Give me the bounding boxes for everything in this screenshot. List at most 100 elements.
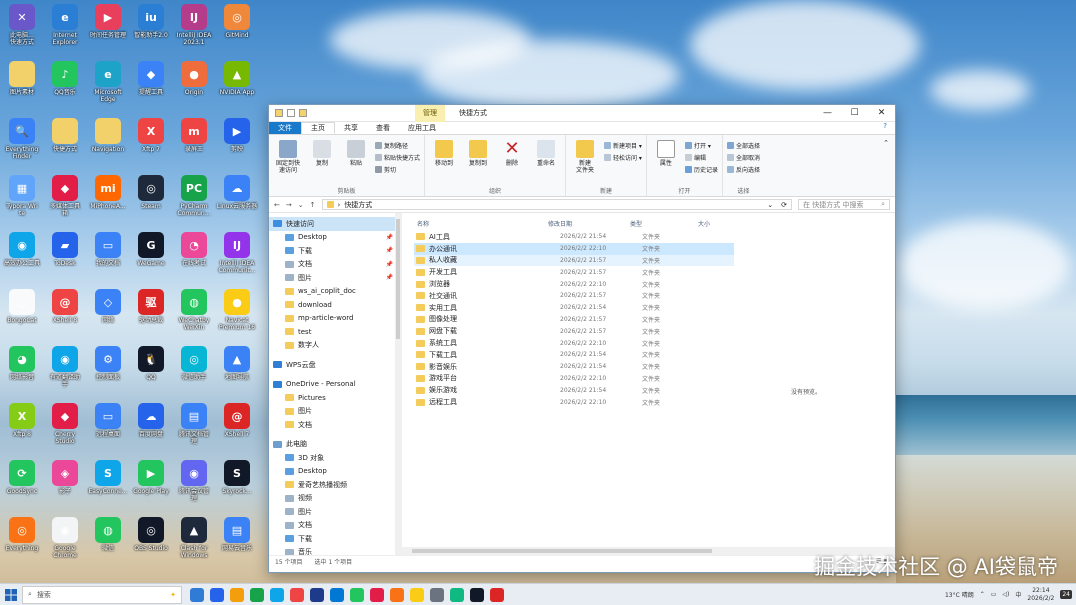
desktop-icon[interactable]: ◉ Google Chrome bbox=[42, 517, 88, 559]
desktop-icon[interactable]: ⟳ GoodSync bbox=[0, 460, 45, 495]
desktop-icon[interactable]: @ XShell 8 bbox=[42, 289, 88, 324]
help-icon[interactable]: ? bbox=[883, 122, 887, 134]
taskbar-app-icon[interactable] bbox=[250, 587, 264, 602]
desktop-icon[interactable]: e Microsoft Edge bbox=[85, 61, 131, 103]
nav-item[interactable]: Pictures bbox=[269, 391, 401, 405]
copy-button[interactable]: 复制 bbox=[307, 138, 337, 186]
rename-button[interactable]: 重命名 bbox=[531, 138, 561, 186]
taskbar-app-icon[interactable] bbox=[230, 587, 244, 602]
desktop-icon[interactable]: e Internet Explorer bbox=[42, 4, 88, 46]
file-row[interactable]: 实用工具 2026/2/2 21:54 文件夹 bbox=[414, 302, 734, 314]
new-item-button[interactable]: 新建项目 ▾ bbox=[604, 141, 642, 150]
taskbar-app-icon[interactable] bbox=[470, 587, 484, 602]
taskbar-app-icon[interactable] bbox=[390, 587, 404, 602]
file-row[interactable]: 游戏平台 2026/2/2 22:10 文件夹 bbox=[414, 373, 734, 385]
file-row[interactable]: 下载工具 2026/2/2 21:54 文件夹 bbox=[414, 349, 734, 361]
column-date[interactable]: 修改日期 bbox=[548, 219, 630, 228]
edit-button[interactable]: 编辑 bbox=[684, 153, 718, 162]
context-tab-manage[interactable]: 管理 bbox=[415, 104, 445, 122]
desktop-icon[interactable]: ◍ WeChatby WeiXin bbox=[171, 289, 217, 331]
clock[interactable]: 22:14 2026/2/2 bbox=[1027, 587, 1054, 603]
desktop-icon[interactable]: ▶ Google Play bbox=[128, 460, 174, 495]
select-none-button[interactable]: 全部取消 bbox=[726, 153, 760, 162]
taskbar-app-icon[interactable] bbox=[210, 587, 224, 602]
desktop-icon[interactable]: ▤ 网易云音乐 bbox=[214, 517, 260, 552]
desktop-icon[interactable]: S Skyrock... bbox=[214, 460, 260, 495]
nav-item[interactable]: Desktop 📌 bbox=[269, 231, 401, 245]
file-row[interactable]: 远程工具 2026/2/2 22:10 文件夹 bbox=[414, 396, 734, 408]
desktop-icon[interactable]: ▶ 时间任务管理 bbox=[85, 4, 131, 39]
nav-item[interactable]: test bbox=[269, 325, 401, 339]
taskbar-app-icon[interactable] bbox=[490, 587, 504, 602]
taskbar-app-icon[interactable] bbox=[450, 587, 464, 602]
desktop-icon[interactable]: PC PyCharm Commun... bbox=[171, 175, 217, 217]
nav-scrollbar[interactable] bbox=[395, 213, 401, 555]
nav-item[interactable]: 文档 bbox=[269, 519, 401, 533]
desktop-icon[interactable]: ◉ 腾讯会议管 理 bbox=[171, 460, 217, 502]
address-dropdown-icon[interactable]: ⌄ bbox=[767, 201, 773, 209]
taskbar-search[interactable]: ⌕ 搜索 ✦ bbox=[22, 585, 182, 604]
forward-icon[interactable]: → bbox=[286, 201, 292, 209]
pin-quick-access-button[interactable]: 固定到快 速访问 bbox=[273, 138, 303, 186]
nav-item[interactable]: 下载 📌 bbox=[269, 244, 401, 258]
desktop-icon[interactable]: ◔ 在线考试 bbox=[171, 232, 217, 267]
file-row[interactable]: 娱乐游戏 2026/2/2 21:54 文件夹 bbox=[414, 384, 734, 396]
desktop-icon[interactable]: 图片素材 bbox=[0, 61, 45, 96]
desktop-icon[interactable]: ☁ 百度网盘 bbox=[128, 403, 174, 438]
desktop-icon[interactable]: ▶ 剪映 bbox=[214, 118, 260, 153]
column-name[interactable]: 名称 bbox=[402, 219, 548, 228]
taskbar-app-icon[interactable] bbox=[410, 587, 424, 602]
desktop-icon[interactable]: ◆ 提醒工具 bbox=[128, 61, 174, 96]
desktop-icon[interactable]: ▲ 地图导航 bbox=[214, 346, 260, 381]
desktop-icon[interactable]: ▦ Typora Wri te bbox=[0, 175, 45, 217]
file-row[interactable]: 浏览器 2026/2/2 22:10 文件夹 bbox=[414, 278, 734, 290]
nav-item[interactable]: 图片 📌 bbox=[269, 271, 401, 285]
column-size[interactable]: 大小 bbox=[698, 219, 738, 228]
desktop-icon[interactable]: ▤ 腾讯文档管 理 bbox=[171, 403, 217, 445]
desktop-icon[interactable]: IJ IntelliJ IDEA Communit... bbox=[214, 232, 260, 274]
nav-item[interactable]: 图片 bbox=[269, 505, 401, 519]
nav-item[interactable]: download bbox=[269, 298, 401, 312]
desktop-icon[interactable]: X Xftp 8 bbox=[0, 403, 45, 438]
taskbar-app-icon[interactable] bbox=[290, 587, 304, 602]
desktop-icon[interactable]: 🔍 Everything Finder bbox=[0, 118, 45, 160]
desktop-icon[interactable]: ⚙ 控制面板 bbox=[85, 346, 131, 381]
desktop-icon[interactable]: iu 智能助手2.0 bbox=[128, 4, 174, 39]
refresh-icon[interactable]: ⟳ bbox=[781, 201, 787, 209]
easy-access-button[interactable]: 轻松访问 ▾ bbox=[604, 153, 642, 162]
desktop-icon[interactable]: ◆ 多媒体工具 箱 bbox=[42, 175, 88, 217]
desktop-icon[interactable]: m 录屏王 bbox=[171, 118, 217, 153]
notification-badge[interactable]: 24 bbox=[1060, 590, 1072, 599]
tray-overflow-icon[interactable]: ⌃ bbox=[980, 591, 985, 598]
nav-item[interactable]: mp-article-word bbox=[269, 312, 401, 326]
desktop-icon[interactable]: G WeGame bbox=[128, 232, 174, 267]
file-row[interactable]: 网盘下载 2026/2/2 21:57 文件夹 bbox=[414, 325, 734, 337]
desktop-icon[interactable]: ◇ 网络 bbox=[85, 289, 131, 324]
file-row[interactable]: 开发工具 2026/2/2 21:57 文件夹 bbox=[414, 266, 734, 278]
new-folder-icon[interactable] bbox=[299, 109, 307, 117]
desktop-icon[interactable]: 🐧 QQ bbox=[128, 346, 174, 381]
invert-selection-button[interactable]: 反向选择 bbox=[726, 165, 760, 174]
move-to-button[interactable]: 移动到 bbox=[429, 138, 459, 186]
desktop-icon[interactable]: ✕ 此电脑… 快速方式 bbox=[0, 4, 45, 46]
file-row[interactable]: 图像处理 2026/2/2 21:57 文件夹 bbox=[414, 314, 734, 326]
desktop-icon[interactable]: mi MiPhoneA... bbox=[85, 175, 131, 210]
tab-home[interactable]: 主页 bbox=[301, 122, 335, 134]
desktop-icon[interactable]: ◎ Steam bbox=[128, 175, 174, 210]
tab-share[interactable]: 共享 bbox=[335, 122, 367, 134]
nav-item[interactable]: 3D 对象 bbox=[269, 451, 401, 465]
back-icon[interactable]: ← bbox=[274, 201, 280, 209]
file-row[interactable]: 办公通讯 2026/2/2 22:10 文件夹 bbox=[414, 242, 734, 255]
desktop-icon[interactable]: IJ IntelliJ IDEA 2023.1 bbox=[171, 4, 217, 46]
taskbar-app-icon[interactable] bbox=[330, 587, 344, 602]
desktop-icon[interactable]: ☁ Linux云服务器 bbox=[214, 175, 260, 210]
maximize-button[interactable]: ☐ bbox=[841, 108, 868, 118]
file-row[interactable]: 私人收藏 2026/2/2 21:57 文件夹 bbox=[414, 254, 734, 267]
taskbar-app-icon[interactable] bbox=[310, 587, 324, 602]
nav-item[interactable]: 下载 bbox=[269, 532, 401, 546]
desktop-icon[interactable]: ▲ Clash for Windows bbox=[171, 517, 217, 559]
nav-item[interactable]: WPS云盘 bbox=[269, 358, 401, 372]
desktop-icon[interactable]: ● Origin bbox=[171, 61, 217, 96]
desktop-icon[interactable]: ◡ BongoCat bbox=[0, 289, 45, 324]
file-row[interactable]: 系统工具 2026/2/2 22:10 文件夹 bbox=[414, 337, 734, 349]
